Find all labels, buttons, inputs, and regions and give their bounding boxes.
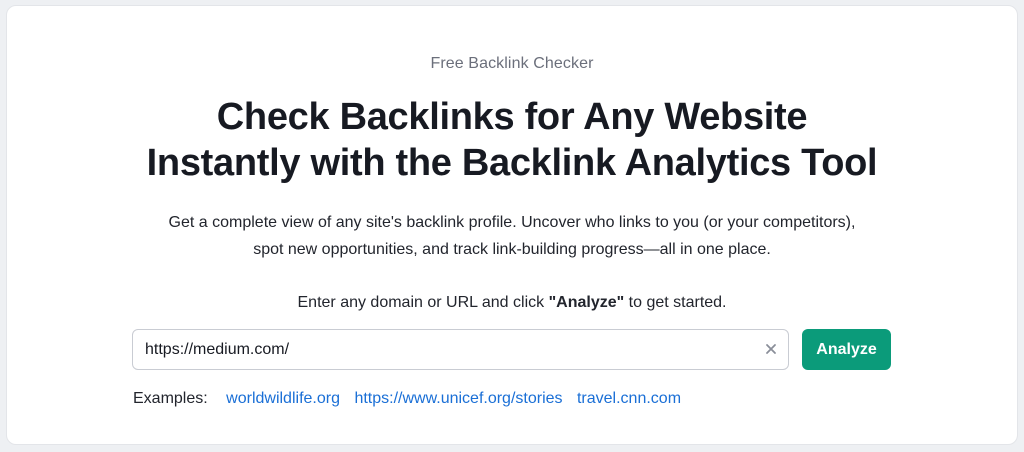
page-description: Get a complete view of any site's backli… — [7, 209, 1017, 263]
page-title: Check Backlinks for Any Website Instantl… — [7, 94, 1017, 186]
url-input[interactable] — [145, 330, 745, 369]
examples-row: Examples: worldwildlife.org https://www.… — [133, 390, 691, 408]
example-link-cnn-travel[interactable]: travel.cnn.com — [577, 390, 681, 407]
examples-label: Examples: — [133, 390, 208, 407]
backlink-checker-card: Free Backlink Checker Check Backlinks fo… — [6, 5, 1018, 445]
instruction-emphasis: "Analyze" — [548, 294, 625, 311]
example-link-worldwildlife[interactable]: worldwildlife.org — [226, 390, 340, 407]
description-line-1: Get a complete view of any site's backli… — [168, 214, 856, 231]
url-input-wrapper — [132, 329, 789, 370]
page-title-line-2: Instantly with the Backlink Analytics To… — [146, 142, 878, 184]
description-line-2: spot new opportunities, and track link-b… — [253, 241, 771, 258]
example-link-unicef[interactable]: https://www.unicef.org/stories — [354, 390, 562, 407]
analyze-button[interactable]: Analyze — [802, 329, 891, 370]
instruction-prefix: Enter any domain or URL and click — [297, 294, 549, 311]
eyebrow-label: Free Backlink Checker — [430, 55, 594, 72]
instruction-text: Enter any domain or URL and click "Analy… — [7, 294, 1017, 312]
close-icon[interactable] — [762, 340, 780, 358]
page-title-line-1: Check Backlinks for Any Website — [216, 96, 808, 138]
instruction-suffix: to get started. — [624, 294, 727, 311]
search-form: Analyze — [132, 329, 892, 370]
